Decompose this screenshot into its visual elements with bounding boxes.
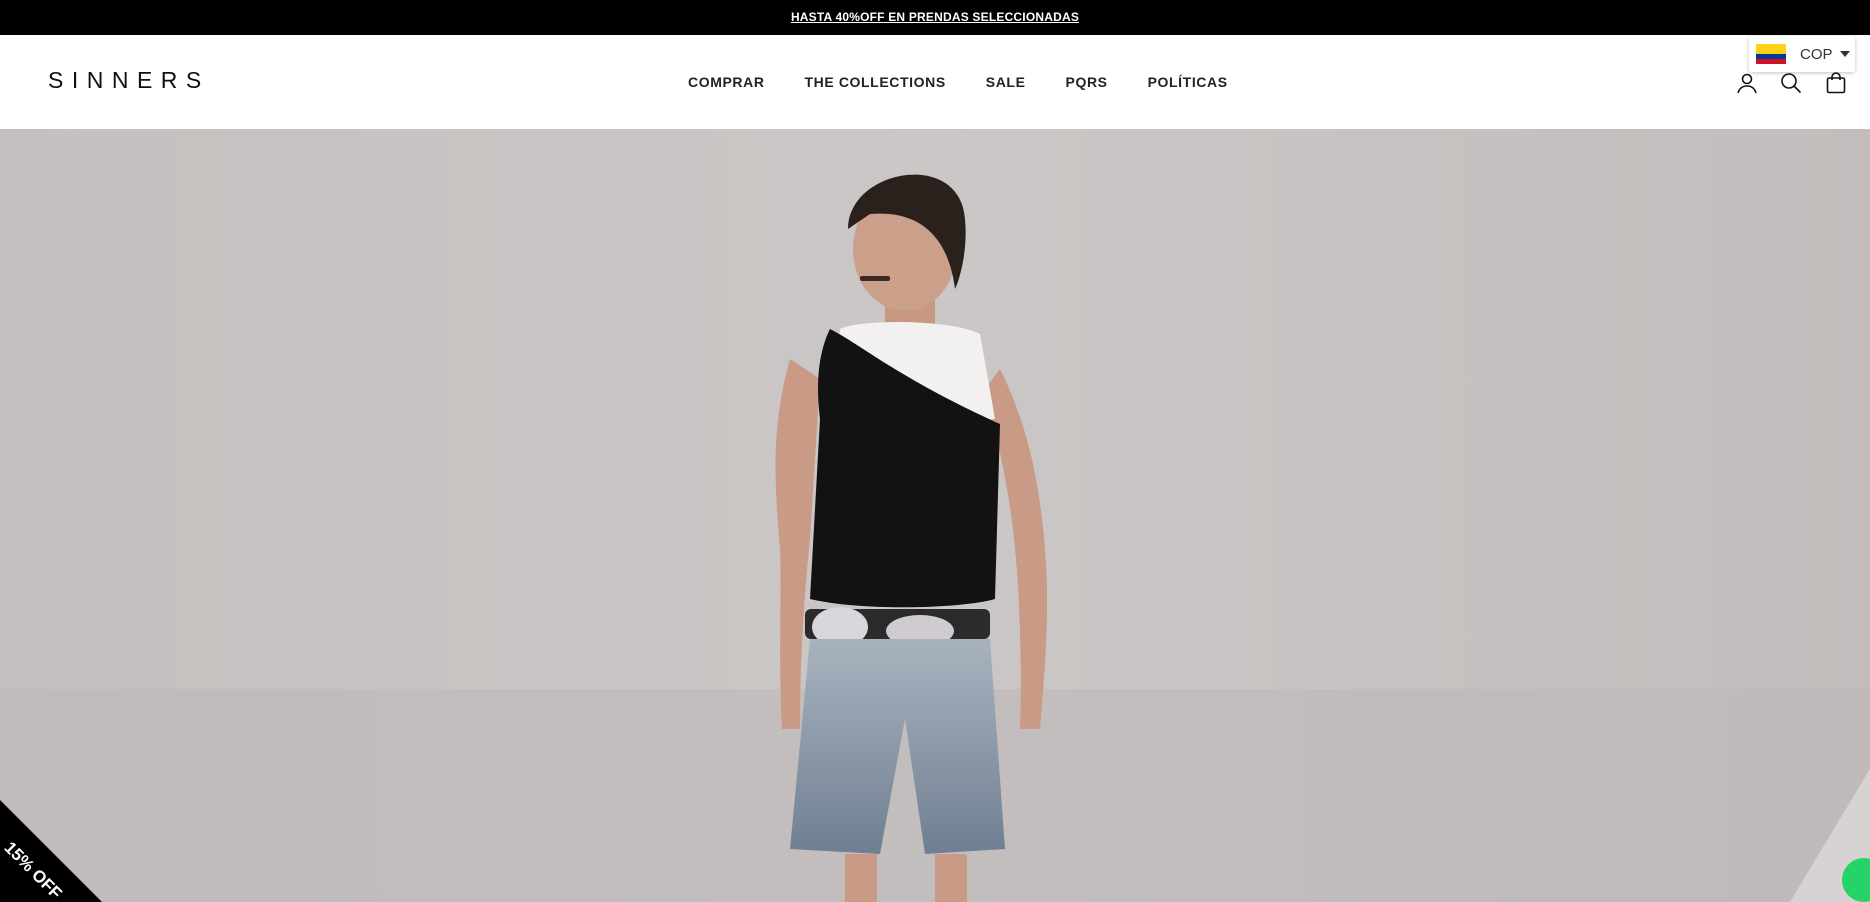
account-icon[interactable]	[1736, 72, 1758, 94]
main-nav: COMPRAR THE COLLECTIONS SALE PQRS POLÍTI…	[688, 74, 1268, 90]
colombia-flag-icon	[1756, 44, 1786, 64]
announcement-link[interactable]: HASTA 40%OFF EN PRENDAS SELECCIONADAS	[791, 10, 1079, 24]
promo-badge[interactable]: 15% OFF	[0, 800, 102, 902]
nav-item-comprar[interactable]: COMPRAR	[688, 74, 765, 90]
search-icon[interactable]	[1780, 72, 1802, 94]
nav-item-collections[interactable]: THE COLLECTIONS	[805, 74, 946, 90]
announcement-bar: HASTA 40%OFF EN PRENDAS SELECCIONADAS	[0, 0, 1870, 35]
site-header: SINNERS COMPRAR THE COLLECTIONS SALE PQR…	[0, 35, 1870, 129]
nav-item-politicas[interactable]: POLÍTICAS	[1148, 74, 1228, 90]
cart-icon[interactable]	[1825, 72, 1847, 94]
logo[interactable]: SINNERS	[48, 69, 210, 92]
chevron-down-icon	[1839, 51, 1850, 57]
hero-model-image	[0, 129, 1870, 902]
nav-item-sale[interactable]: SALE	[986, 74, 1026, 90]
currency-selector[interactable]: COP	[1749, 36, 1855, 72]
currency-code: COP	[1800, 45, 1833, 63]
hero-banner[interactable]: 15% OFF	[0, 129, 1870, 902]
nav-item-pqrs[interactable]: PQRS	[1066, 74, 1108, 90]
